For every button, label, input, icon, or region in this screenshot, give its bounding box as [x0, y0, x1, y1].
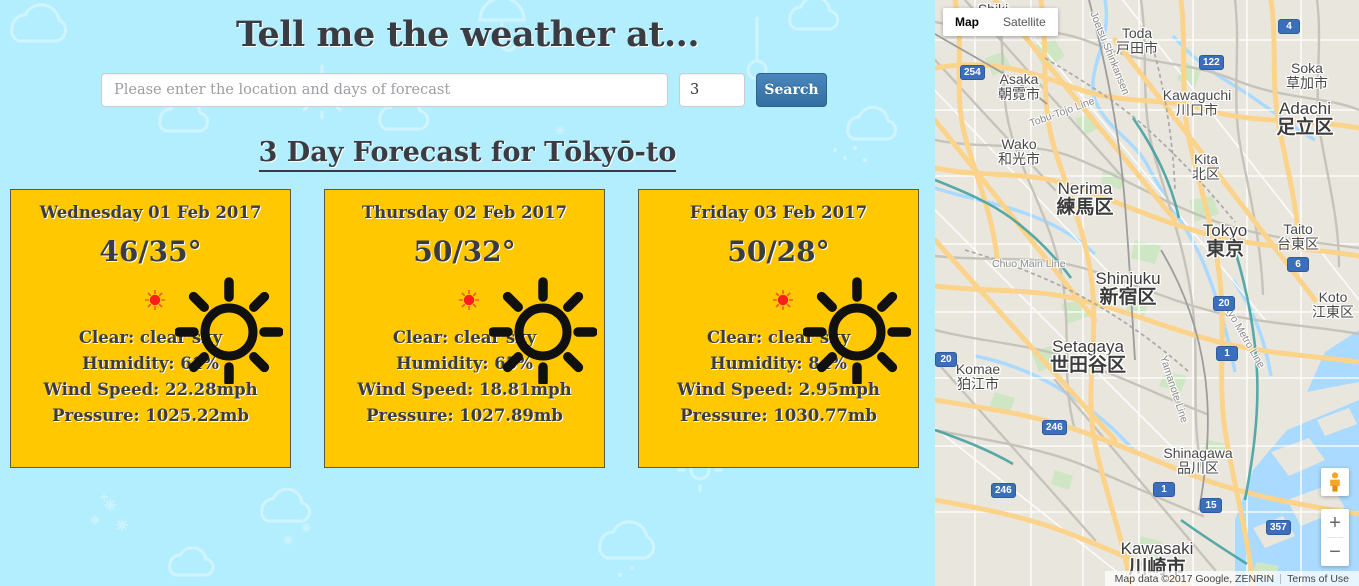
forecast-card-condition: Clear: clear sky — [392, 328, 537, 347]
route-shield: 4 — [1278, 19, 1300, 34]
forecast-card-list: Wednesday 01 Feb 2017 46/35° Clear: clea… — [0, 168, 935, 468]
route-shield: 246 — [991, 483, 1016, 498]
route-shield: 15 — [1200, 498, 1222, 513]
forecast-heading: 3 Day Forecast for Tōkyō-to — [0, 107, 935, 172]
forecast-card: Thursday 02 Feb 2017 50/32° Clear: clear… — [324, 189, 605, 468]
map-type-satellite-button[interactable]: Satellite — [991, 8, 1058, 36]
forecast-card-wind: Wind Speed: 2.95mph — [677, 380, 880, 399]
route-shield: 357 — [1266, 520, 1291, 535]
terms-of-use-link[interactable]: Terms of Use — [1281, 573, 1355, 585]
route-shield: 254 — [960, 65, 985, 80]
forecast-card-humidity: Humidity: 65% — [396, 354, 533, 373]
forecast-heading-text: 3 Day Forecast for Tōkyō-to — [258, 137, 677, 172]
forecast-card-temperature: 50/32° — [413, 235, 516, 268]
street-view-pegman-icon[interactable] — [1321, 468, 1349, 496]
zoom-control[interactable]: + − — [1321, 509, 1349, 566]
forecast-card-icons — [11, 268, 290, 384]
forecast-card-wind: Wind Speed: 22.28mph — [43, 380, 258, 399]
route-shield: 1 — [1153, 482, 1175, 497]
forecast-card-condition: Clear: clear sky — [706, 328, 851, 347]
sun-emoji-icon — [145, 290, 165, 310]
search-button[interactable]: Search — [756, 73, 827, 107]
forecast-card-date: Wednesday 01 Feb 2017 — [39, 203, 262, 222]
weather-app-window: Tell me the weather at... Search 3 Day F… — [0, 0, 1359, 586]
forecast-card-icons — [639, 268, 918, 384]
forecast-card-humidity: Humidity: 84% — [710, 354, 847, 373]
zoom-out-button[interactable]: − — [1321, 538, 1349, 566]
pegman-figure-icon — [1330, 472, 1340, 492]
forecast-card-icons — [325, 268, 604, 384]
days-input[interactable] — [679, 73, 745, 107]
route-shield: 6 — [1287, 257, 1309, 272]
weather-panel: Tell me the weather at... Search 3 Day F… — [0, 0, 935, 586]
map-data-attribution: Map data ©2017 Google, ZENRIN — [1114, 572, 1275, 585]
map-type-map-button[interactable]: Map — [943, 8, 991, 36]
map-attribution-bar: Map data ©2017 Google, ZENRIN Terms of U… — [1104, 571, 1359, 586]
location-input[interactable] — [101, 73, 668, 107]
zoom-in-button[interactable]: + — [1321, 509, 1349, 537]
route-shield: 1 — [1216, 346, 1238, 361]
map-type-control[interactable]: Map Satellite — [943, 8, 1058, 36]
forecast-card-wind: Wind Speed: 18.81mph — [357, 380, 572, 399]
forecast-card: Friday 03 Feb 2017 50/28° Clear: clear s… — [638, 189, 919, 468]
forecast-card-date: Friday 03 Feb 2017 — [689, 203, 868, 222]
route-shield: 20 — [935, 352, 957, 367]
route-shield: 246 — [1042, 420, 1067, 435]
sun-emoji-icon — [773, 290, 793, 310]
page-title: Tell me the weather at... — [235, 14, 700, 55]
forecast-card-pressure: Pressure: 1025.22mb — [52, 406, 249, 425]
forecast-card-pressure: Pressure: 1027.89mb — [366, 406, 563, 425]
forecast-card-humidity: Humidity: 61% — [82, 354, 219, 373]
search-form: Search — [0, 55, 935, 107]
forecast-card-condition: Clear: clear sky — [78, 328, 223, 347]
sun-emoji-icon — [459, 290, 479, 310]
forecast-card-date: Thursday 02 Feb 2017 — [361, 203, 568, 222]
forecast-card-temperature: 46/35° — [99, 235, 202, 268]
map-tiles — [935, 0, 1359, 586]
forecast-card: Wednesday 01 Feb 2017 46/35° Clear: clea… — [10, 189, 291, 468]
forecast-card-pressure: Pressure: 1030.77mb — [680, 406, 877, 425]
route-shield: 122 — [1199, 55, 1224, 70]
google-map[interactable]: MapSatellite + − Google Map data ©2017 G… — [935, 0, 1359, 586]
route-shield: 20 — [1213, 296, 1235, 311]
forecast-card-temperature: 50/28° — [727, 235, 830, 268]
